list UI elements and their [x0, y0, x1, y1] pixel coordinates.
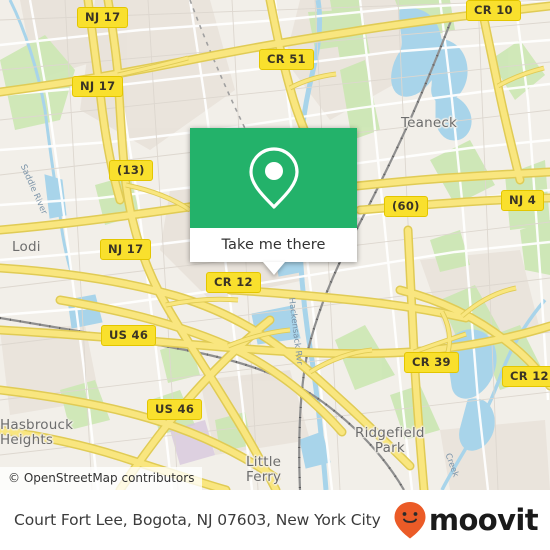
map-canvas[interactable]: Teaneck Lodi Hasbrouck Heights Ridgefiel…: [0, 0, 550, 490]
popup-pointer-tail: [262, 262, 285, 275]
route-shield-nj-17[interactable]: NJ 17: [77, 7, 129, 28]
place-label-hasbrouck-heights: Hasbrouck Heights: [0, 417, 74, 448]
route-shield-nj-17[interactable]: NJ 17: [100, 239, 152, 260]
moovit-logo[interactable]: moovit: [393, 500, 539, 540]
location-popup-card[interactable]: Take me there: [190, 128, 357, 275]
route-shield-cr-51[interactable]: CR 51: [259, 49, 314, 70]
map-pin-icon: [248, 147, 299, 209]
route-shield-60[interactable]: (60): [384, 196, 428, 217]
route-shield-cr-12[interactable]: CR 12: [206, 272, 261, 293]
place-label-ridgefield-park: Ridgefield Park: [355, 425, 425, 456]
route-shield-us-46[interactable]: US 46: [147, 399, 203, 420]
place-label-teaneck: Teaneck: [401, 115, 458, 131]
route-shield-us-46[interactable]: US 46: [101, 325, 157, 346]
screenshot-root: Teaneck Lodi Hasbrouck Heights Ridgefiel…: [0, 0, 550, 550]
place-label-little-ferry: Little Ferry: [246, 454, 282, 485]
take-me-there-label: Take me there: [221, 237, 326, 253]
place-label-lodi: Lodi: [12, 239, 41, 255]
popup-footer[interactable]: Take me there: [190, 228, 357, 262]
route-shield-13[interactable]: (13): [109, 160, 153, 181]
bottom-info-bar: Court Fort Lee, Bogota, NJ 07603, New Yo…: [0, 490, 550, 550]
address-label: Court Fort Lee, Bogota, NJ 07603, New Yo…: [14, 511, 381, 529]
route-shield-nj-4[interactable]: NJ 4: [501, 190, 545, 211]
route-shield-cr-12[interactable]: CR 12: [502, 366, 550, 387]
popup-header: [190, 128, 357, 228]
route-shield-cr-39[interactable]: CR 39: [404, 352, 459, 373]
moovit-wordmark: moovit: [428, 502, 539, 537]
route-shield-cr-10[interactable]: CR 10: [466, 0, 521, 21]
moovit-smiley-pin-icon: [394, 502, 426, 539]
route-shield-nj-17[interactable]: NJ 17: [72, 76, 124, 97]
osm-attribution[interactable]: © OpenStreetMap contributors: [0, 467, 203, 490]
